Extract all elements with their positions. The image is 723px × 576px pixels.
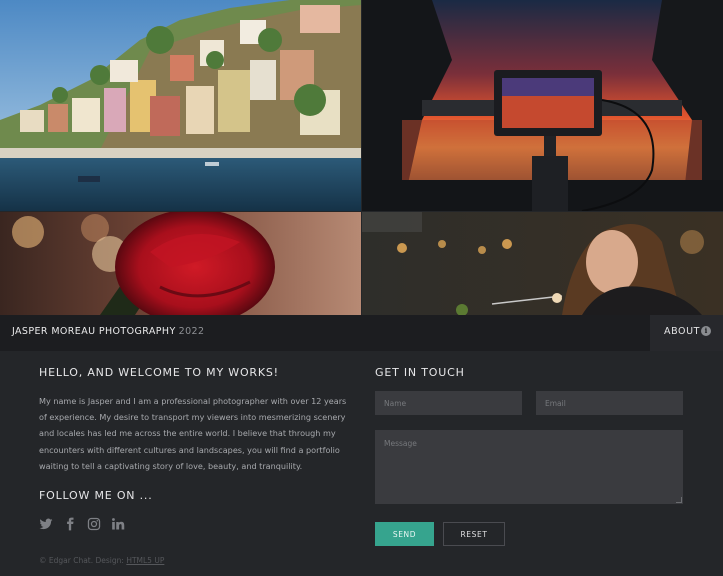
brand-year: 2022	[178, 326, 205, 337]
gallery-image-dinner[interactable]	[362, 212, 723, 315]
send-button[interactable]: SEND	[375, 522, 434, 546]
welcome-heading: HELLO, AND WELCOME TO MY WORKS!	[39, 366, 279, 379]
rose-photo	[0, 212, 361, 315]
main-panel: HELLO, AND WELCOME TO MY WORKS! My name …	[0, 351, 723, 576]
header-bar: JASPER MOREAU PHOTOGRAPHY 2022 ABOUT i	[0, 315, 723, 351]
twitter-icon[interactable]	[39, 517, 53, 531]
credit-link[interactable]: HTML5 UP	[126, 556, 164, 565]
info-icon: i	[701, 326, 711, 336]
social-links	[39, 516, 125, 532]
resize-handle-icon[interactable]	[676, 497, 682, 503]
gallery-image-sunset[interactable]	[362, 0, 723, 211]
gallery-image-rose[interactable]	[0, 212, 361, 315]
site-brand[interactable]: JASPER MOREAU PHOTOGRAPHY 2022	[12, 326, 204, 337]
sunset-photo	[362, 0, 723, 211]
reset-button[interactable]: RESET	[443, 522, 505, 546]
photo-gallery	[0, 0, 723, 315]
email-input[interactable]	[536, 391, 683, 415]
intro-paragraph: My name is Jasper and I am a professiona…	[39, 396, 347, 471]
contact-heading: GET IN TOUCH	[375, 366, 465, 379]
brand-name: JASPER MOREAU PHOTOGRAPHY	[12, 326, 176, 337]
linkedin-icon[interactable]	[111, 517, 125, 531]
name-input[interactable]	[375, 391, 522, 415]
footer-credit: © Edgar Chat. Design: HTML5 UP	[39, 556, 164, 565]
message-textarea[interactable]	[375, 430, 683, 504]
instagram-icon[interactable]	[87, 517, 101, 531]
about-label: ABOUT	[664, 326, 701, 337]
village-photo	[0, 0, 361, 211]
facebook-icon[interactable]	[63, 517, 77, 531]
credit-text: © Edgar Chat. Design:	[39, 556, 127, 565]
dinner-photo	[362, 212, 723, 315]
gallery-image-village[interactable]	[0, 0, 361, 211]
about-button[interactable]: ABOUT i	[650, 315, 723, 351]
follow-heading: FOLLOW ME ON ...	[39, 489, 153, 502]
